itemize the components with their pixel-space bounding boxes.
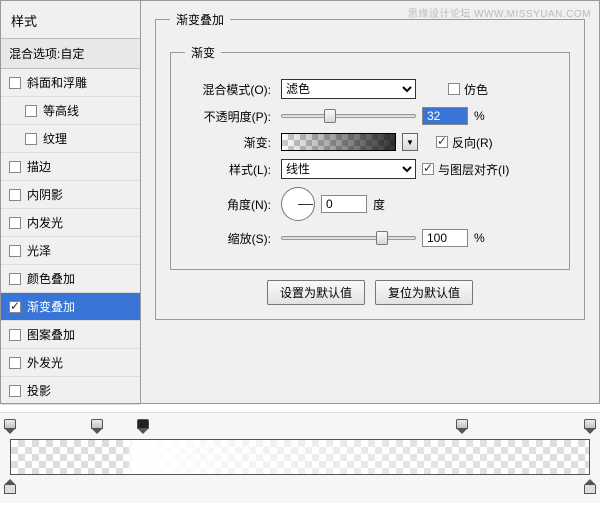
effect-item-7[interactable]: 颜色叠加 [1,265,140,293]
checkbox-icon [422,163,434,175]
effect-label: 投影 [27,382,51,399]
blend-options-row[interactable]: 混合选项:自定 [1,39,140,69]
checkbox-icon[interactable] [9,189,21,201]
styles-sidebar: 样式 混合选项:自定 斜面和浮雕等高线纹理描边内阴影内发光光泽颜色叠加渐变叠加图… [1,1,141,403]
effect-item-3[interactable]: 描边 [1,153,140,181]
gradient-overlay-panel: 渐变叠加 渐变 混合模式(O): 滤色 仿色 不透明度(P): [141,1,599,403]
scale-slider[interactable] [281,230,416,246]
checkbox-icon[interactable] [9,357,21,369]
style-label: 样式(L): [185,161,275,178]
effect-label: 内发光 [27,214,63,231]
opacity-stop[interactable] [137,419,149,435]
angle-input[interactable] [321,195,367,213]
sidebar-title: 样式 [1,7,140,39]
checkbox-icon[interactable] [9,329,21,341]
opacity-stop[interactable] [456,419,468,435]
scale-unit: % [474,231,485,245]
effect-item-2[interactable]: 纹理 [1,125,140,153]
layer-style-dialog: 思缘设计论坛 WWW.MISSYUAN.COM 样式 混合选项:自定 斜面和浮雕… [0,0,600,404]
reverse-checkbox[interactable]: 反向(R) [436,134,493,151]
checkbox-icon[interactable] [25,105,37,117]
effect-label: 描边 [27,158,51,175]
angle-label: 角度(N): [185,196,275,213]
checkbox-icon[interactable] [9,301,21,313]
effect-label: 外发光 [27,354,63,371]
effect-label: 颜色叠加 [27,270,75,287]
checkbox-icon [448,83,460,95]
color-stops-rail[interactable] [10,475,590,493]
checkbox-icon[interactable] [9,217,21,229]
inner-legend: 渐变 [185,44,221,61]
color-stop[interactable] [4,479,16,493]
watermark-text: 思缘设计论坛 WWW.MISSYUAN.COM [408,5,591,20]
effect-label: 图案叠加 [27,326,75,343]
effect-label: 光泽 [27,242,51,259]
opacity-stop[interactable] [584,419,596,435]
set-default-button[interactable]: 设置为默认值 [267,280,365,305]
group-legend: 渐变叠加 [170,11,230,28]
opacity-input[interactable] [422,107,468,125]
opacity-slider[interactable] [281,108,416,124]
effect-item-11[interactable]: 投影 [1,377,140,405]
color-stop[interactable] [584,479,596,493]
checkbox-icon[interactable] [25,133,37,145]
checkbox-icon[interactable] [9,273,21,285]
effect-label: 斜面和浮雕 [27,74,87,91]
scale-input[interactable] [422,229,468,247]
blend-mode-select[interactable]: 滤色 [281,79,416,99]
opacity-stops-rail[interactable] [10,419,590,439]
angle-dial[interactable] [281,187,315,221]
gradient-dropdown-button[interactable]: ▼ [402,133,418,151]
effect-item-4[interactable]: 内阴影 [1,181,140,209]
scale-label: 缩放(S): [185,230,275,247]
gradient-inner-group: 渐变 混合模式(O): 滤色 仿色 不透明度(P): [170,44,570,270]
effect-label: 等高线 [43,102,79,119]
opacity-stop[interactable] [91,419,103,435]
align-label: 与图层对齐(I) [438,161,509,178]
effect-item-0[interactable]: 斜面和浮雕 [1,69,140,97]
effect-item-1[interactable]: 等高线 [1,97,140,125]
style-select[interactable]: 线性 [281,159,416,179]
effect-item-9[interactable]: 图案叠加 [1,321,140,349]
gradient-label: 渐变: [185,134,275,151]
slider-thumb-icon[interactable] [324,109,336,123]
effect-label: 纹理 [43,130,67,147]
checkbox-icon[interactable] [9,385,21,397]
dither-label: 仿色 [464,81,488,98]
opacity-stop[interactable] [4,419,16,435]
gradient-overlay-group: 渐变叠加 渐变 混合模式(O): 滤色 仿色 不透明度(P): [155,11,585,320]
gradient-preview[interactable] [281,133,396,151]
align-checkbox[interactable]: 与图层对齐(I) [422,161,509,178]
opacity-unit: % [474,109,485,123]
effect-item-10[interactable]: 外发光 [1,349,140,377]
effect-label: 内阴影 [27,186,63,203]
checkbox-icon[interactable] [9,77,21,89]
effect-label: 渐变叠加 [27,298,75,315]
reverse-label: 反向(R) [452,134,493,151]
effect-item-8[interactable]: 渐变叠加 [1,293,140,321]
gradient-bar[interactable] [10,439,590,475]
checkbox-icon[interactable] [9,245,21,257]
reset-default-button[interactable]: 复位为默认值 [375,280,473,305]
effect-item-5[interactable]: 内发光 [1,209,140,237]
slider-thumb-icon[interactable] [376,231,388,245]
checkbox-icon[interactable] [9,161,21,173]
dither-checkbox[interactable]: 仿色 [448,81,488,98]
gradient-editor [0,412,600,503]
effect-item-6[interactable]: 光泽 [1,237,140,265]
checkbox-icon [436,136,448,148]
blend-mode-label: 混合模式(O): [185,81,275,98]
opacity-label: 不透明度(P): [185,108,275,125]
angle-unit: 度 [373,196,385,213]
